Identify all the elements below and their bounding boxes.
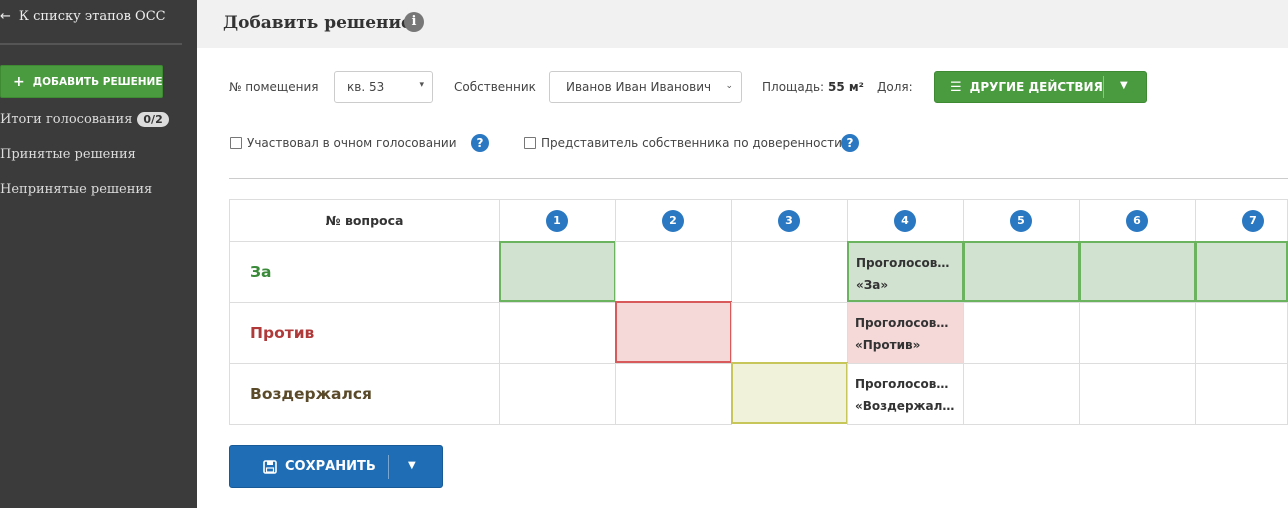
back-link-label: К списку этапов ОСС xyxy=(18,9,166,24)
vote-cell-against-q7[interactable] xyxy=(1195,302,1288,364)
owner-select[interactable]: Иванов Иван Иванович ⌄ xyxy=(549,71,742,103)
vote-cell-for-q5[interactable] xyxy=(963,241,1080,302)
button-separator xyxy=(388,455,389,479)
vote-cell-abstain-q4[interactable]: Проголосов… «Воздержал… xyxy=(847,363,964,425)
vote-cell-against-q5[interactable] xyxy=(963,302,1080,364)
caret-down-icon: ▾ xyxy=(419,80,424,90)
question-number-badge: 2 xyxy=(662,210,684,232)
question-header-4: 4 xyxy=(847,199,964,242)
row-label-for: За xyxy=(229,241,500,303)
other-actions-label: ДРУГИЕ ДЕЙСТВИЯ xyxy=(969,80,1103,94)
vote-cell-abstain-q1[interactable] xyxy=(499,363,616,425)
help-icon[interactable]: ? xyxy=(471,134,489,152)
question-number-badge: 4 xyxy=(894,210,916,232)
caret-down-icon[interactable]: ▼ xyxy=(1120,80,1128,91)
proxy-checkbox[interactable] xyxy=(524,137,536,149)
voted-text-line: Проголосов… xyxy=(855,316,949,330)
proxy-checkbox-label: Представитель собственника по довереннос… xyxy=(541,136,842,150)
vote-cell-abstain-q6[interactable] xyxy=(1079,363,1196,425)
question-header-6: 6 xyxy=(1079,199,1196,242)
arrow-left-icon: ← xyxy=(0,9,11,24)
vote-cell-for-q6[interactable] xyxy=(1079,241,1196,302)
back-to-stages-link[interactable]: ← К списку этапов ОСС xyxy=(0,9,166,24)
room-label: № помещения xyxy=(229,80,319,94)
add-decision-button[interactable]: + ДОБАВИТЬ РЕШЕНИЕ xyxy=(0,65,163,98)
inperson-checkbox[interactable] xyxy=(230,137,242,149)
vote-cell-against-q3[interactable] xyxy=(731,302,848,364)
list-icon: ☰ xyxy=(950,79,962,95)
inperson-checkbox-label: Участвовал в очном голосовании xyxy=(247,136,457,150)
sidebar-item-label: Принятые решения xyxy=(0,147,136,162)
voted-text-line: Проголосов… xyxy=(855,377,949,391)
vote-cell-for-q2[interactable] xyxy=(615,241,732,303)
voted-text-line: Проголосов… xyxy=(856,256,950,270)
question-header-3: 3 xyxy=(731,199,848,242)
vote-cell-abstain-q2[interactable] xyxy=(615,363,732,425)
question-header-2: 2 xyxy=(615,199,732,242)
sidebar-item-label: Итоги голосования xyxy=(0,112,133,127)
sidebar-item-accepted[interactable]: Принятые решения xyxy=(0,147,136,162)
plus-icon: + xyxy=(13,73,25,90)
voted-text-line: «За» xyxy=(856,278,889,292)
sidebar-item-rejected[interactable]: Непринятые решения xyxy=(0,182,152,197)
vote-cell-abstain-q7[interactable] xyxy=(1195,363,1288,425)
question-number-badge: 5 xyxy=(1010,210,1032,232)
room-select-value: кв. 53 xyxy=(347,80,385,94)
save-button[interactable]: СОХРАНИТЬ ▼ xyxy=(229,445,443,488)
question-header-7: 7 xyxy=(1195,199,1288,242)
vote-cell-for-q7[interactable] xyxy=(1195,241,1288,302)
vote-cell-for-q4[interactable]: Проголосов… «За» xyxy=(847,241,964,302)
voted-text-line: «Воздержал… xyxy=(855,399,955,413)
vote-cell-for-q3[interactable] xyxy=(731,241,848,303)
vote-cell-against-q1[interactable] xyxy=(499,302,616,364)
question-number-badge: 1 xyxy=(546,210,568,232)
page-header: Добавить решение i xyxy=(197,0,1288,48)
question-number-header: № вопроса xyxy=(229,199,500,242)
info-icon[interactable]: i xyxy=(404,12,424,32)
page-title: Добавить решение xyxy=(223,13,412,33)
room-select[interactable]: кв. 53 ▾ xyxy=(334,71,433,103)
chevron-down-icon: ⌄ xyxy=(725,81,733,91)
button-separator xyxy=(1103,76,1104,98)
vote-cell-abstain-q3[interactable] xyxy=(731,362,848,424)
add-decision-label: ДОБАВИТЬ РЕШЕНИЕ xyxy=(32,75,163,88)
question-number-badge: 6 xyxy=(1126,210,1148,232)
owner-select-value: Иванов Иван Иванович xyxy=(566,80,712,94)
help-icon[interactable]: ? xyxy=(841,134,859,152)
caret-down-icon[interactable]: ▼ xyxy=(408,460,416,471)
question-number-badge: 7 xyxy=(1242,210,1264,232)
count-badge: 0/2 xyxy=(137,112,169,127)
question-number-badge: 3 xyxy=(778,210,800,232)
vote-cell-against-q4[interactable]: Проголосов… «Против» xyxy=(847,302,964,364)
voted-text-line: «Против» xyxy=(855,338,921,352)
vote-cell-against-q2[interactable] xyxy=(615,301,732,363)
question-header-5: 5 xyxy=(963,199,1080,242)
sidebar-item-label: Непринятые решения xyxy=(0,182,153,197)
area-value: 55 м² xyxy=(828,80,864,94)
sidebar-divider xyxy=(0,43,182,45)
section-divider xyxy=(229,178,1288,179)
sidebar: ← К списку этапов ОСС + ДОБАВИТЬ РЕШЕНИЕ … xyxy=(0,0,197,508)
share-label: Доля: xyxy=(877,80,913,94)
row-label-abstain: Воздержался xyxy=(229,363,500,425)
area-label: Площадь: xyxy=(762,80,825,94)
save-label: СОХРАНИТЬ xyxy=(285,459,376,474)
vote-cell-for-q1[interactable] xyxy=(499,241,616,302)
vote-cell-abstain-q5[interactable] xyxy=(963,363,1080,425)
owner-label: Собственник xyxy=(454,80,536,94)
vote-cell-against-q6[interactable] xyxy=(1079,302,1196,364)
floppy-disk-icon xyxy=(263,459,277,474)
other-actions-button[interactable]: ☰ ДРУГИЕ ДЕЙСТВИЯ ▼ xyxy=(934,71,1147,103)
sidebar-item-voting-results[interactable]: Итоги голосования 0/2 xyxy=(0,112,169,127)
question-header-1: 1 xyxy=(499,199,616,242)
row-label-against: Против xyxy=(229,302,500,364)
